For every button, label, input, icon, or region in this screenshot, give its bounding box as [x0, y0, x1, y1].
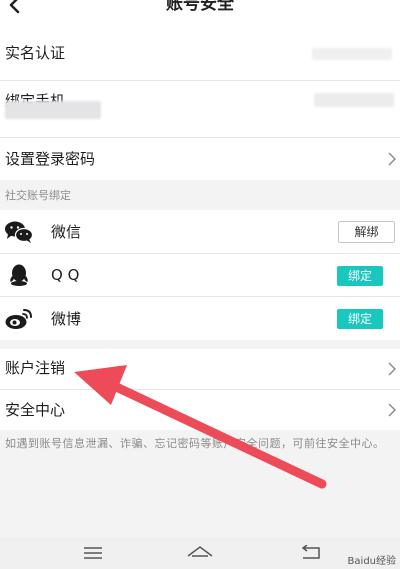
red-arrow-annotation: [74, 365, 327, 489]
system-nav-bar: Baidu经验: [0, 537, 400, 569]
baidu-watermark: Baidu经验: [347, 556, 396, 567]
menu-icon[interactable]: [83, 546, 103, 560]
back-icon[interactable]: [300, 545, 322, 561]
home-icon[interactable]: [186, 544, 214, 562]
